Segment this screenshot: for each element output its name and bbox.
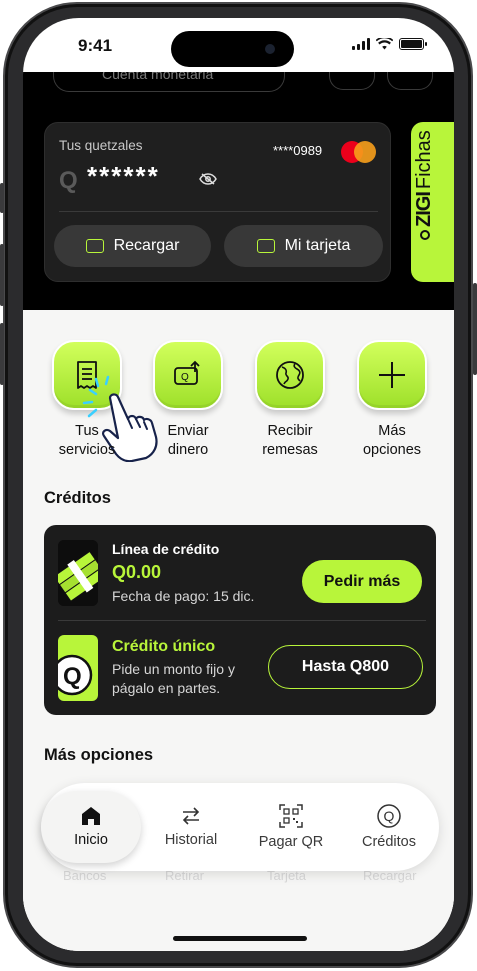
card-icon xyxy=(256,239,275,253)
services-label: Tus servicios xyxy=(42,422,132,460)
my-card-label: Mi tarjeta xyxy=(284,237,351,254)
globe-icon xyxy=(276,361,304,389)
single-credit-desc-2: págalo en partes. xyxy=(112,680,221,696)
svg-text:Q: Q xyxy=(384,808,395,824)
qr-code-icon xyxy=(279,804,303,828)
side-button-action xyxy=(0,183,4,213)
receive-remittance-label-2: remesas xyxy=(262,442,318,458)
credits-card: Línea de crédito Q0.00 Fecha de pago: 15… xyxy=(44,525,436,715)
up-to-q800-button[interactable]: Hasta Q800 xyxy=(268,645,423,689)
send-money-label-1: Enviar xyxy=(167,423,209,439)
credit-line-thumbnail xyxy=(58,540,98,606)
services-label-2: servicios xyxy=(58,442,116,458)
dynamic-island xyxy=(171,31,294,67)
more-options-section-title: Más opciones xyxy=(44,746,154,764)
more-options-label: Más opciones xyxy=(347,422,437,460)
receive-remittance-label: Recibir remesas xyxy=(245,422,335,460)
cash-stack-icon xyxy=(58,540,98,606)
status-time: 9:41 xyxy=(78,36,113,55)
eye-hidden-icon[interactable] xyxy=(199,173,217,185)
send-money-label: Enviar dinero xyxy=(143,422,233,460)
nav-label-credits: Créditos xyxy=(362,834,416,850)
nav-label-pay-qr: Pagar QR xyxy=(258,834,324,850)
masked-balance: ****** xyxy=(87,161,160,191)
credit-q-icon: Q xyxy=(377,804,401,828)
nav-item-pay-qr[interactable]: Pagar QR xyxy=(241,783,341,871)
nav-label-history: Historial xyxy=(164,832,218,848)
more-options-label-2: opciones xyxy=(362,442,422,458)
side-button-volume-down xyxy=(0,323,4,385)
single-credit-title: Crédito único xyxy=(112,638,216,655)
side-button-power xyxy=(473,283,477,375)
wifi-icon xyxy=(376,38,393,50)
more-options-label-1: Más xyxy=(378,423,406,439)
swap-arrows-icon xyxy=(182,807,200,825)
q-coin-icon: Q xyxy=(58,654,93,696)
status-icons xyxy=(352,38,427,50)
status-bar: 9:41 xyxy=(23,18,454,72)
nav-item-history[interactable]: Historial xyxy=(141,783,241,871)
nav-label-home: Inicio xyxy=(74,832,108,848)
send-money-icon: Q xyxy=(174,360,200,385)
coin-icon xyxy=(419,230,430,240)
card-number: ****0989 xyxy=(273,143,323,158)
receive-remittance-button[interactable] xyxy=(255,340,325,410)
svg-text:Q: Q xyxy=(63,663,82,690)
single-credit-thumbnail: Q xyxy=(58,635,98,701)
camera-icon xyxy=(265,44,275,54)
send-money-label-2: dinero xyxy=(167,442,209,458)
zigi-brand: ZIGI xyxy=(413,192,435,227)
bottom-navigation: Inicio Historial Pagar QR Q Créditos xyxy=(41,783,439,871)
battery-icon xyxy=(399,38,427,50)
fichas-label: Fichas xyxy=(413,130,435,190)
credit-line-amount: Q0.00 xyxy=(112,562,162,582)
request-more-button[interactable]: Pedir más xyxy=(302,560,422,603)
services-label-1: Tus xyxy=(75,423,99,439)
balance-label: Tus quetzales xyxy=(59,138,143,153)
card-divider xyxy=(59,211,378,212)
credit-line-due-date: Fecha de pago: 15 dic. xyxy=(112,588,255,604)
receive-remittance-label-1: Recibir xyxy=(267,423,313,439)
plus-icon xyxy=(379,362,405,388)
my-card-button[interactable]: Mi tarjeta xyxy=(224,225,383,267)
single-credit-desc-1: Pide un monto fijo y xyxy=(112,661,235,677)
recharge-label: Recargar xyxy=(113,237,180,254)
more-options-button[interactable] xyxy=(357,340,427,410)
balance-card: Tus quetzales Q ****** ****0989 Recargar… xyxy=(44,122,391,282)
recharge-icon xyxy=(85,239,104,253)
credits-divider xyxy=(58,620,426,621)
recharge-button[interactable]: Recargar xyxy=(54,225,211,267)
side-button-volume-up xyxy=(0,244,4,306)
home-indicator xyxy=(173,936,307,941)
svg-text:Q: Q xyxy=(181,372,189,383)
nav-item-home[interactable]: Inicio xyxy=(41,783,141,871)
home-icon xyxy=(82,807,100,825)
credit-line-title: Línea de crédito xyxy=(112,541,220,557)
nav-item-credits[interactable]: Q Créditos xyxy=(339,783,439,871)
credits-section-title: Créditos xyxy=(44,489,111,507)
currency-symbol: Q xyxy=(59,167,78,194)
signal-icon xyxy=(352,38,370,50)
zigi-fichas-tab[interactable]: ZIGI Fichas xyxy=(411,122,454,282)
mastercard-icon xyxy=(341,141,377,163)
screen: Cuenta monetaria 9:41 Tus quetzales Q **… xyxy=(23,18,454,951)
